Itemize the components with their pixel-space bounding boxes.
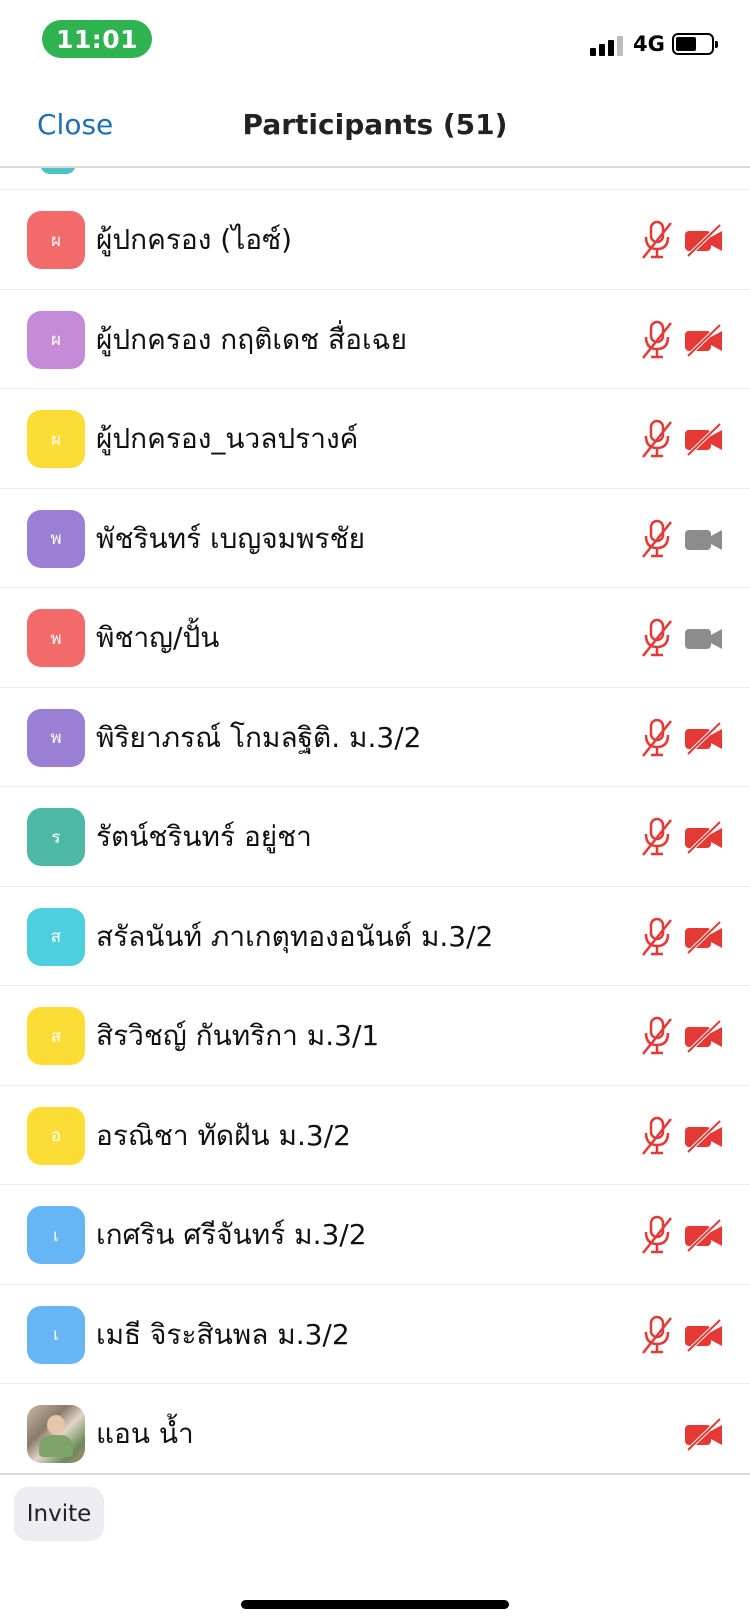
camera-off-icon: [684, 421, 724, 457]
mic-muted-icon: [640, 320, 674, 360]
camera-off-icon: [684, 720, 724, 756]
status-bar: 11:01 4G: [0, 0, 750, 80]
mic-muted-icon: [640, 1315, 674, 1355]
participant-name: สรัลนันท์ ภาเกตุทองอนันต์ ม.3/2: [96, 919, 494, 953]
avatar: พ: [27, 708, 85, 767]
camera-off-icon: [684, 322, 724, 358]
avatar: เ: [27, 1206, 85, 1264]
avatar: พ: [27, 609, 85, 667]
participant-name: พัชรินทร์ เบญจมพรชัย: [96, 521, 366, 555]
participant-name: อรณิชา ทัดฝัน ม.3/2: [96, 1118, 351, 1152]
avatar: เ: [27, 1305, 85, 1364]
participant-row[interactable]: พ พัชรินทร์ เบญจมพรชัย: [0, 489, 750, 588]
mic-muted-icon: [640, 1116, 674, 1156]
invite-button[interactable]: Invite: [14, 1487, 104, 1541]
camera-off-icon: [684, 1118, 724, 1154]
mic-muted-icon: [640, 519, 674, 559]
camera-off-icon: [684, 222, 724, 258]
avatar: ส: [27, 1007, 85, 1065]
avatar: ส: [27, 907, 85, 966]
avatar-photo: [27, 1405, 85, 1463]
participant-name: ผู้ปกครอง กฤติเดช สื่อเฉย: [96, 322, 407, 356]
participant-name: เมธี จิระสินพล ม.3/2: [96, 1317, 350, 1351]
camera-off-icon: [684, 819, 724, 855]
participant-name: รัตน์ชรินทร์ อยู่ชา: [96, 820, 312, 853]
participant-name: สิรวิชญ์ กันทริกา ม.3/1: [96, 1019, 380, 1052]
participant-row[interactable]: ผ ผู้ปกครอง กฤติเดช สื่อเฉย: [0, 290, 750, 389]
status-time: 11:01: [42, 20, 152, 58]
participant-row[interactable]: ผ ผู้ปกครอง_นวลปรางค์: [0, 389, 750, 489]
camera-off-icon: [684, 1416, 724, 1452]
participant-rows: ผผู้ปกครอง (ไอซ์) ผผู้ปกครอง กฤติเดช สื่อ…: [0, 190, 750, 1473]
camera-off-icon: [684, 1317, 724, 1353]
participant-name: เกศริน ศรีจันทร์ ม.3/2: [96, 1218, 367, 1251]
camera-icon: [684, 620, 724, 656]
participant-row[interactable]: อ อรณิชา ทัดฝัน ม.3/2: [0, 1086, 750, 1185]
avatar: พ: [27, 509, 85, 568]
cellular-signal-icon: [590, 34, 626, 56]
participant-row[interactable]: ส สิรวิชญ์ กันทริกา ม.3/1: [0, 986, 750, 1086]
avatar: ร: [27, 808, 85, 866]
participant-row[interactable]: ร รัตน์ชรินทร์ อยู่ชา: [0, 787, 750, 887]
page-title: Participants (51): [242, 108, 508, 141]
participant-name: แอน น้ำ: [96, 1417, 194, 1450]
participant-name: ผู้ปกครอง (ไอซ์): [96, 223, 293, 256]
participant-name: พิริยาภรณ์ โกมลฐิติ. ม.3/2: [96, 720, 422, 754]
mic-muted-icon: [640, 419, 674, 459]
avatar: ผ: [27, 410, 85, 468]
camera-icon: [684, 521, 724, 557]
battery-icon: [672, 33, 718, 55]
partially-hidden-row: [0, 168, 750, 190]
participant-row[interactable]: เ เมธี จิระสินพล ม.3/2: [0, 1285, 750, 1384]
avatar: ผ: [27, 211, 85, 269]
participant-name: พิชาญ/ปั้น: [96, 621, 220, 654]
avatar: [40, 168, 76, 174]
camera-off-icon: [684, 1018, 724, 1054]
mic-muted-icon: [640, 917, 674, 957]
participant-row[interactable]: เ เกศริน ศรีจันทร์ ม.3/2: [0, 1185, 750, 1285]
mic-muted-icon: [640, 817, 674, 857]
participant-row[interactable]: พ พิริยาภรณ์ โกมลฐิติ. ม.3/2: [0, 688, 750, 787]
mic-muted-icon: [640, 220, 674, 260]
camera-off-icon: [684, 1217, 724, 1253]
mic-muted-icon: [640, 1215, 674, 1255]
camera-off-icon: [684, 919, 724, 955]
participant-row[interactable]: พ พิชาญ/ปั้น: [0, 588, 750, 688]
participant-row[interactable]: ส สรัลนันท์ ภาเกตุทองอนันต์ ม.3/2: [0, 887, 750, 986]
avatar: อ: [27, 1106, 85, 1165]
network-type-label: 4G: [633, 32, 665, 56]
mic-muted-icon: [640, 718, 674, 758]
mic-muted-icon: [640, 618, 674, 658]
participant-row[interactable]: ผ ผู้ปกครอง (ไอซ์): [0, 190, 750, 290]
participants-header: Close Participants (51): [0, 82, 750, 168]
avatar: ผ: [27, 310, 85, 369]
participant-name: ผู้ปกครอง_นวลปรางค์: [96, 422, 359, 455]
participant-list[interactable]: ผผู้ปกครอง (ไอซ์) ผผู้ปกครอง กฤติเดช สื่อ…: [0, 168, 750, 1473]
mic-muted-icon: [640, 1016, 674, 1056]
home-indicator[interactable]: [241, 1600, 509, 1609]
participant-row[interactable]: แอน น้ำ: [0, 1384, 750, 1473]
footer-divider: [0, 1473, 750, 1475]
